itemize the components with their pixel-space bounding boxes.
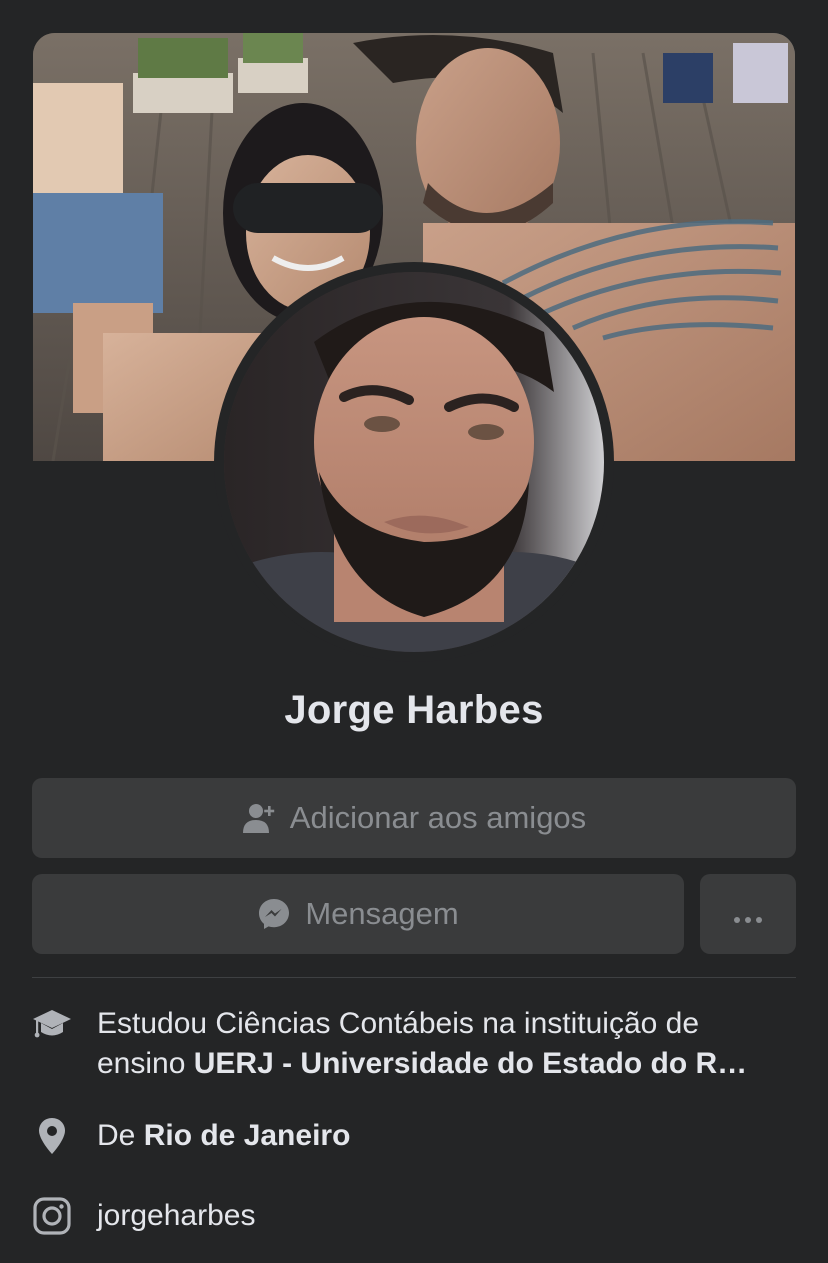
profile-name: Jorge Harbes — [284, 688, 544, 732]
location-info: De Rio de Janeiro — [32, 1116, 796, 1156]
location-prefix: De — [97, 1119, 144, 1152]
education-text-line1: Estudou Ciências Contábeis na instituiçã… — [97, 1007, 700, 1040]
location-city-link[interactable]: Rio de Janeiro — [144, 1119, 351, 1152]
education-text-line2: ensino UERJ - Universidade do Estado do … — [97, 1044, 797, 1084]
graduation-cap-icon — [32, 1004, 72, 1044]
instagram-icon — [32, 1196, 72, 1236]
message-label: Mensagem — [305, 896, 459, 931]
add-friend-button[interactable]: Adicionar aos amigos — [32, 778, 796, 858]
education-text-prefix: ensino — [97, 1047, 194, 1080]
instagram-handle[interactable]: jorgeharbes — [97, 1196, 255, 1236]
map-pin-icon — [32, 1116, 72, 1156]
avatar-image — [224, 272, 604, 652]
education-school-link[interactable]: UERJ - Universidade do Estado do R… — [194, 1047, 747, 1080]
instagram-info[interactable]: jorgeharbes — [32, 1196, 796, 1236]
avatar[interactable] — [224, 272, 604, 652]
ellipsis-icon — [733, 896, 763, 932]
education-info: Estudou Ciências Contábeis na instituiçã… — [32, 1004, 796, 1084]
avatar-frame — [214, 262, 614, 662]
person-add-icon — [242, 801, 276, 835]
messenger-icon — [257, 897, 291, 931]
add-friend-label: Adicionar aos amigos — [289, 800, 587, 835]
more-options-button[interactable] — [700, 874, 796, 954]
section-divider — [32, 977, 796, 978]
message-button[interactable]: Mensagem — [32, 874, 684, 954]
